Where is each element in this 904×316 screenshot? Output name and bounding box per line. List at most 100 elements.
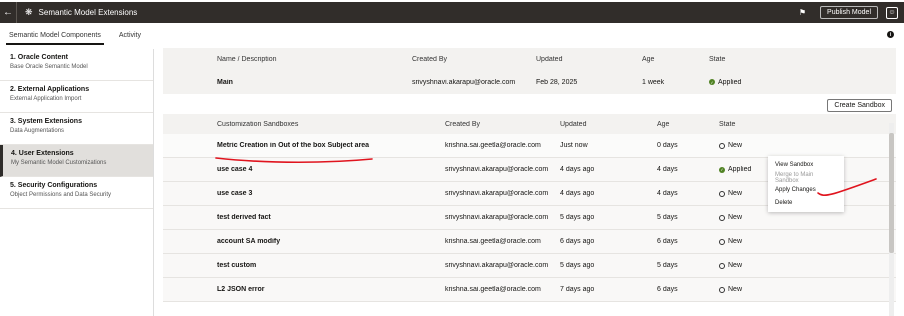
row-state: New — [719, 214, 789, 221]
column-header[interactable]: Updated — [536, 56, 642, 63]
sidebar-item-external-applications[interactable]: 2. External Applications External Applic… — [0, 81, 153, 113]
row-context-menu: View Sandbox Merge to Main Sandbox Apply… — [768, 156, 844, 212]
row-created-by: srivyshnavi.akarapu@oracle.com — [445, 166, 549, 173]
menu-item-apply-changes[interactable]: Apply Changes — [768, 184, 844, 197]
column-header[interactable]: Age — [657, 121, 719, 128]
bell-icon[interactable]: ⚑ — [799, 8, 806, 17]
state-label: New — [728, 190, 743, 197]
menu-item-delete[interactable]: Delete — [768, 197, 844, 210]
row-created-by: krishna.sai.geetla@oracle.com — [445, 142, 541, 149]
row-name: account SA modify — [217, 238, 281, 245]
table-row[interactable]: test custom srivyshnavi.akarapu@oracle.c… — [163, 254, 896, 278]
column-header[interactable]: Age — [642, 56, 709, 63]
info-icon[interactable]: i — [887, 31, 894, 38]
tab-bar: Semantic Model Components Activity — [0, 25, 904, 45]
table-header: Name / Description Created By Updated Ag… — [163, 48, 896, 70]
row-updated: Feb 28, 2025 — [536, 78, 578, 86]
row-updated: 7 days ago — [560, 286, 595, 293]
circle-icon — [719, 262, 725, 269]
row-updated: Just now — [560, 142, 588, 149]
row-created-by: srivyshnavi.akarapu@oracle.com — [445, 214, 549, 221]
row-age: 5 days — [657, 262, 678, 269]
sidebar-item-security-configurations[interactable]: 5. Security Configurations Object Permis… — [0, 177, 153, 209]
state-label: New — [728, 238, 743, 245]
row-created-by: krishna.sai.geetla@oracle.com — [445, 238, 541, 245]
row-age: 6 days — [657, 286, 678, 293]
tab-semantic-model-components[interactable]: Semantic Model Components — [0, 25, 110, 45]
row-age: 5 days — [657, 214, 678, 221]
sidebar-item-subtitle: My Semantic Model Customizations — [11, 160, 107, 166]
gear-icon: ❋ — [25, 7, 33, 17]
user-avatar-icon[interactable]: ☺ — [886, 6, 898, 19]
table-row[interactable]: L2 JSON error krishna.sai.geetla@oracle.… — [163, 278, 896, 302]
row-age: 1 week — [642, 78, 665, 86]
circle-icon — [719, 142, 725, 149]
row-updated: 4 days ago — [560, 190, 595, 197]
row-age: 4 days — [657, 190, 678, 197]
sidebar-item-oracle-content[interactable]: 1. Oracle Content Base Oracle Semantic M… — [0, 49, 153, 81]
row-name: use case 4 — [217, 166, 253, 173]
divider — [16, 2, 17, 23]
row-state: New — [719, 142, 789, 149]
table-row[interactable]: Main srivyshnavi.akarapu@oracle.com Feb … — [163, 70, 896, 94]
sidebar-item-system-extensions[interactable]: 3. System Extensions Data Augmentations — [0, 113, 153, 145]
row-state: ✓ Applied — [709, 79, 829, 86]
page-title: Semantic Model Extensions — [38, 8, 138, 17]
table-header: Customization Sandboxes Created By Updat… — [163, 114, 896, 134]
circle-icon — [719, 190, 725, 197]
publish-model-button[interactable]: Publish Model — [820, 6, 878, 19]
column-header[interactable]: Created By — [412, 56, 536, 63]
tab-activity[interactable]: Activity — [110, 25, 150, 45]
row-age: 6 days — [657, 238, 678, 245]
sidebar-item-subtitle: External Application Import — [10, 96, 82, 102]
state-label: New — [728, 262, 743, 269]
row-age: 0 days — [657, 142, 678, 149]
state-label: New — [728, 142, 743, 149]
circle-icon — [719, 214, 725, 221]
state-label: Applied — [728, 166, 752, 173]
circle-icon — [719, 286, 725, 293]
row-name: Main — [217, 78, 233, 86]
column-header[interactable]: Customization Sandboxes — [217, 121, 445, 128]
circle-icon — [719, 238, 725, 245]
column-header[interactable]: Updated — [560, 121, 657, 128]
column-header[interactable]: Created By — [445, 121, 560, 128]
row-created-by: srivyshnavi.akarapu@oracle.com — [445, 262, 549, 269]
sidebar-item-title: 2. External Applications — [10, 86, 90, 93]
row-state: New — [719, 262, 789, 269]
row-name: L2 JSON error — [217, 286, 265, 293]
row-name: Metric Creation in Out of the box Subjec… — [217, 142, 370, 149]
scrollbar[interactable] — [889, 123, 894, 316]
row-name: test custom — [217, 262, 257, 269]
row-created-by: srivyshnavi.akarapu@oracle.com — [412, 78, 516, 86]
column-header[interactable]: State — [719, 121, 789, 128]
sidebar-item-title: 4. User Extensions — [11, 150, 74, 157]
create-sandbox-button[interactable]: Create Sandbox — [827, 99, 892, 112]
row-name: use case 3 — [217, 190, 253, 197]
row-state: New — [719, 238, 789, 245]
scrollbar-thumb[interactable] — [889, 133, 894, 253]
sidebar-item-subtitle: Object Permissions and Data Security — [10, 192, 112, 198]
row-age: 4 days — [657, 166, 678, 173]
sidebar-item-subtitle: Base Oracle Semantic Model — [10, 64, 88, 70]
row-updated: 4 days ago — [560, 166, 595, 173]
state-label: New — [728, 214, 743, 221]
sidebar-item-title: 5. Security Configurations — [10, 182, 98, 189]
row-created-by: krishna.sai.geetla@oracle.com — [445, 286, 541, 293]
row-updated: 5 days ago — [560, 262, 595, 269]
row-updated: 6 days ago — [560, 238, 595, 245]
menu-item-view-sandbox[interactable]: View Sandbox — [768, 159, 844, 172]
column-header[interactable]: State — [709, 56, 829, 63]
back-arrow-icon[interactable]: ← — [0, 2, 16, 23]
state-label: Applied — [718, 78, 742, 86]
check-circle-icon: ✓ — [709, 79, 715, 85]
table-row[interactable]: Metric Creation in Out of the box Subjec… — [163, 134, 896, 158]
sandbox-toolbar: Create Sandbox — [163, 96, 896, 114]
row-updated: 5 days ago — [560, 214, 595, 221]
main-model-table: Name / Description Created By Updated Ag… — [163, 48, 896, 94]
state-label: New — [728, 286, 743, 293]
table-row[interactable]: account SA modify krishna.sai.geetla@ora… — [163, 230, 896, 254]
menu-item-merge-to-main: Merge to Main Sandbox — [775, 171, 814, 184]
column-header[interactable]: Name / Description — [217, 56, 412, 63]
sidebar-item-user-extensions[interactable]: 4. User Extensions My Semantic Model Cus… — [0, 145, 153, 177]
